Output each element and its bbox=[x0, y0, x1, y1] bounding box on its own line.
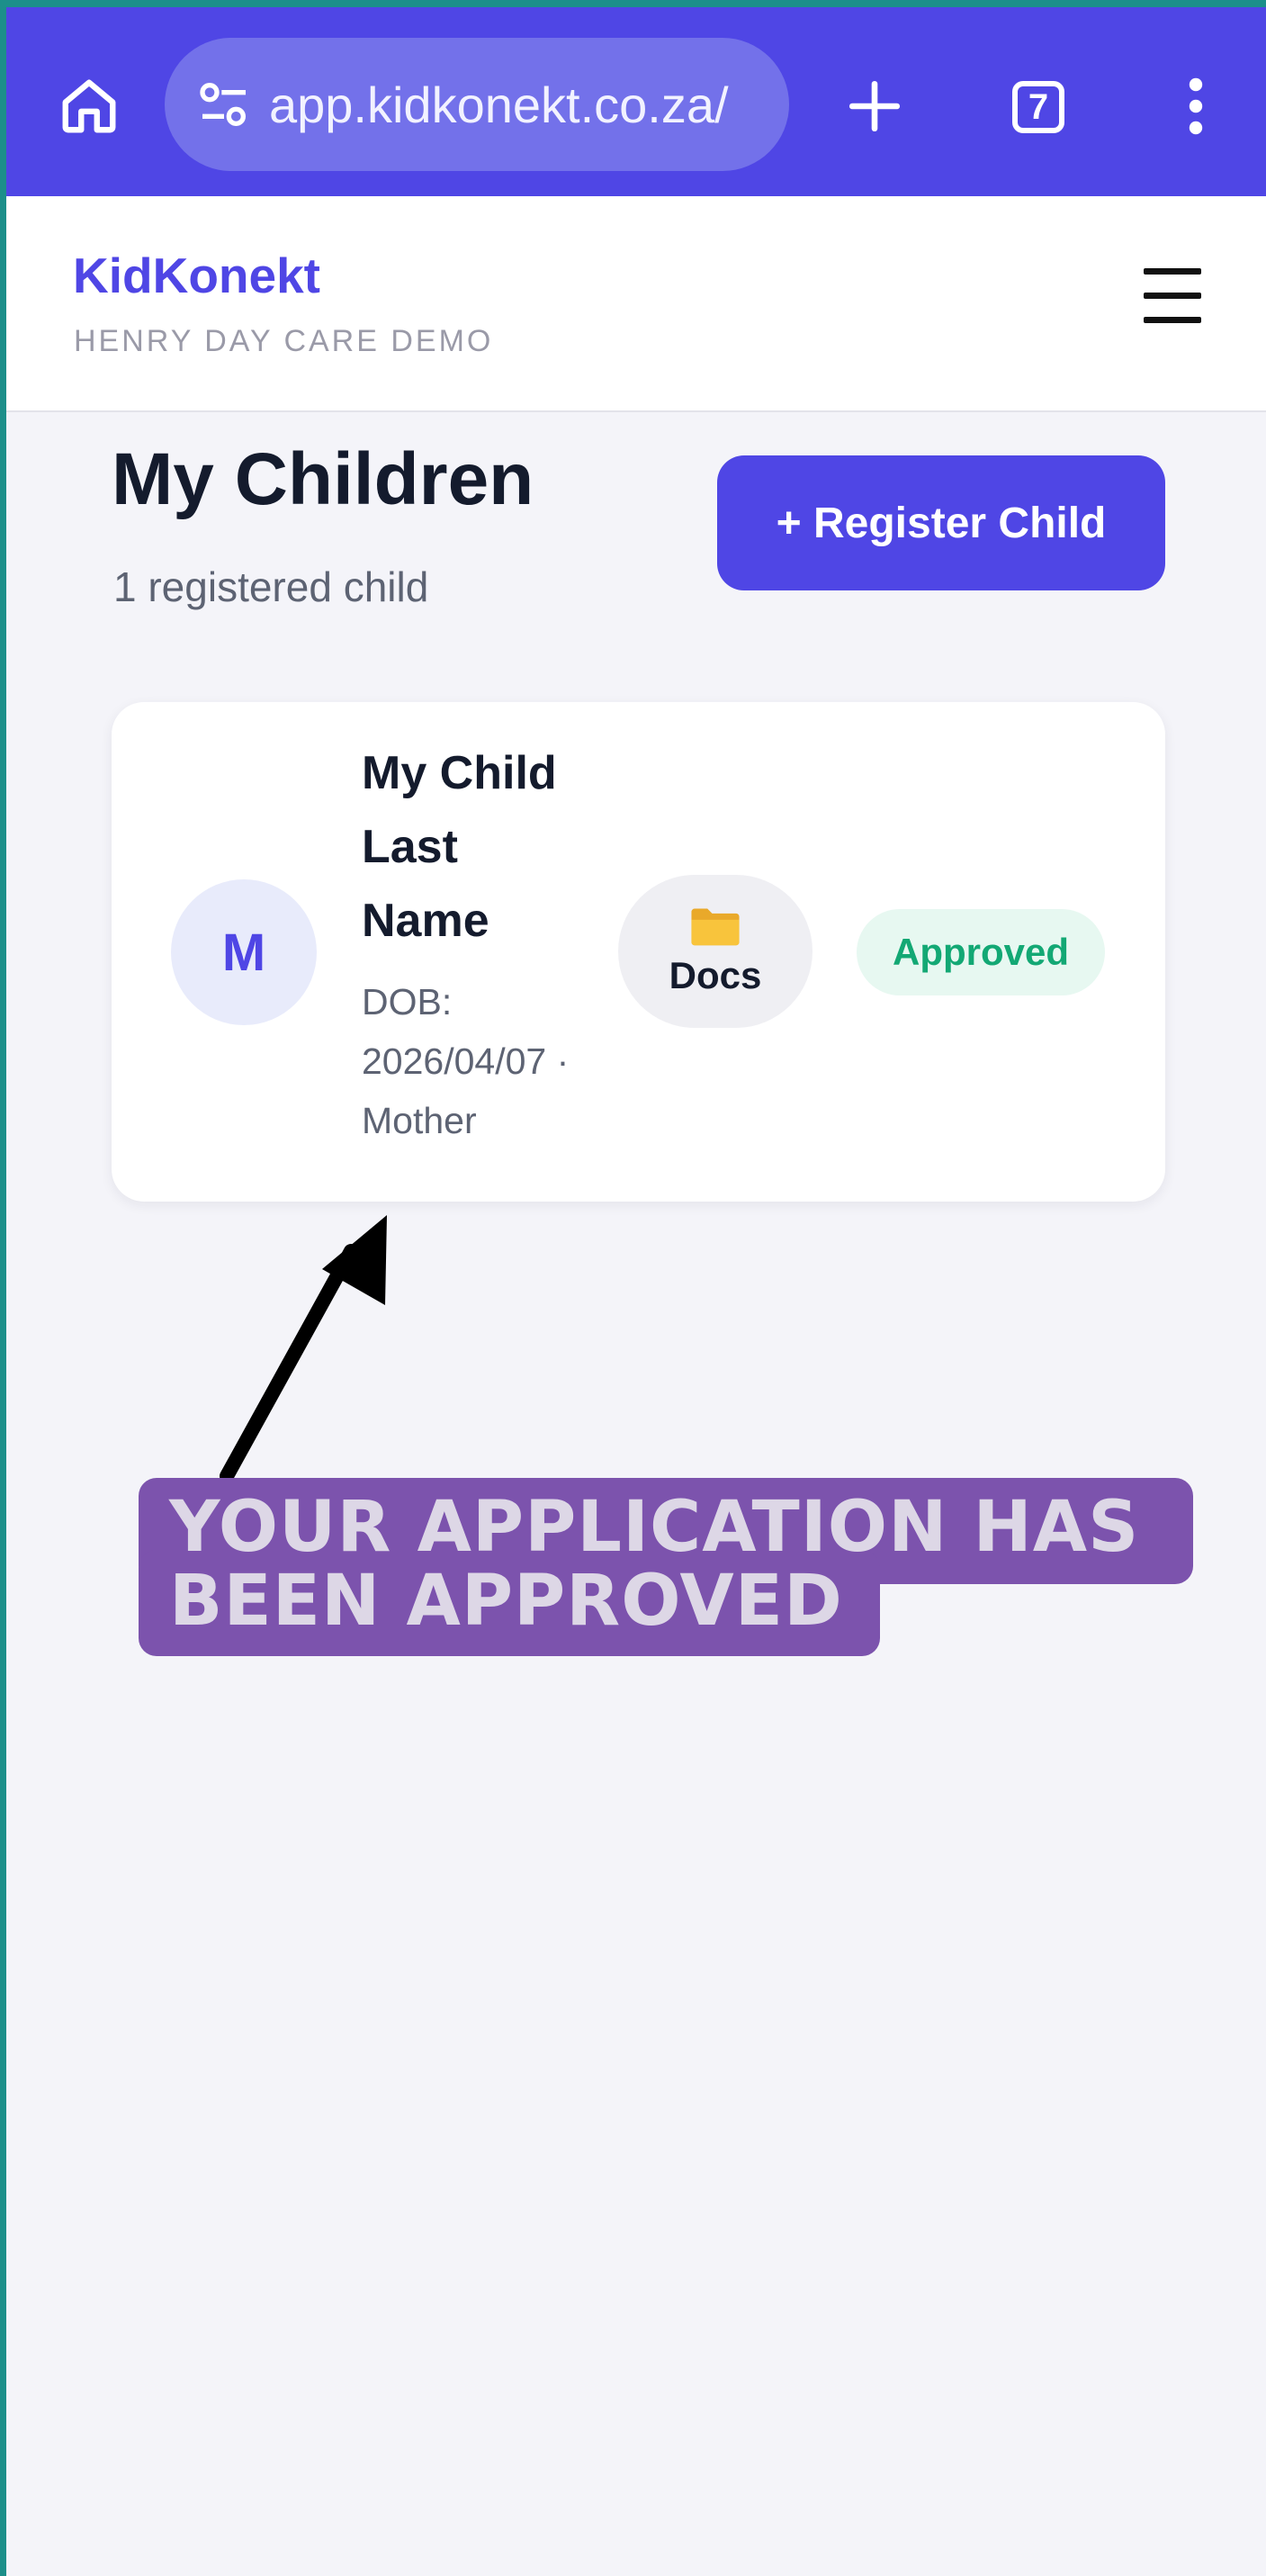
docs-button[interactable]: Docs bbox=[618, 875, 813, 1028]
tab-switcher-icon[interactable]: 7 bbox=[1005, 74, 1072, 140]
annotation-text: YOUR APPLICATION HAS BEEN APPROVED bbox=[169, 1487, 1140, 1642]
status-badge: Approved bbox=[857, 909, 1105, 995]
folder-icon bbox=[691, 908, 740, 946]
annotation-callout: YOUR APPLICATION HAS BEEN APPROVED bbox=[139, 1478, 1200, 1658]
more-menu-icon[interactable] bbox=[1176, 70, 1216, 142]
browser-toolbar: app.kidkonekt.co.za/ 7 bbox=[6, 7, 1266, 196]
annotation-arrow-icon bbox=[220, 1215, 387, 1483]
tab-count: 7 bbox=[1012, 81, 1064, 133]
site-settings-icon[interactable] bbox=[195, 76, 253, 133]
home-icon[interactable] bbox=[53, 70, 125, 142]
register-child-button[interactable]: + Register Child bbox=[717, 455, 1165, 590]
brand-logo[interactable]: KidKonekt bbox=[73, 247, 320, 304]
child-dob: DOB: 2026/04/07 bbox=[362, 981, 547, 1082]
app-header: KidKonekt HENRY DAY CARE DEMO bbox=[6, 196, 1266, 412]
children-count: 1 registered child bbox=[113, 563, 429, 610]
hamburger-menu-icon[interactable] bbox=[1144, 268, 1205, 331]
page-title: My Children bbox=[112, 438, 534, 520]
child-card[interactable]: M My Child Last Name DOB: 2026/04/07 · M… bbox=[112, 702, 1165, 1202]
url-text: app.kidkonekt.co.za/ bbox=[269, 76, 729, 133]
avatar: M bbox=[171, 879, 317, 1025]
child-details: DOB: 2026/04/07 · Mother bbox=[362, 972, 596, 1150]
docs-label: Docs bbox=[669, 954, 762, 996]
tenant-name: HENRY DAY CARE DEMO bbox=[74, 324, 494, 358]
frame-border-left bbox=[0, 0, 6, 2576]
address-bar[interactable]: app.kidkonekt.co.za/ bbox=[165, 38, 789, 171]
child-name: My Child Last Name bbox=[362, 747, 557, 947]
new-tab-icon[interactable] bbox=[839, 70, 911, 142]
frame-border-top bbox=[0, 0, 1266, 7]
